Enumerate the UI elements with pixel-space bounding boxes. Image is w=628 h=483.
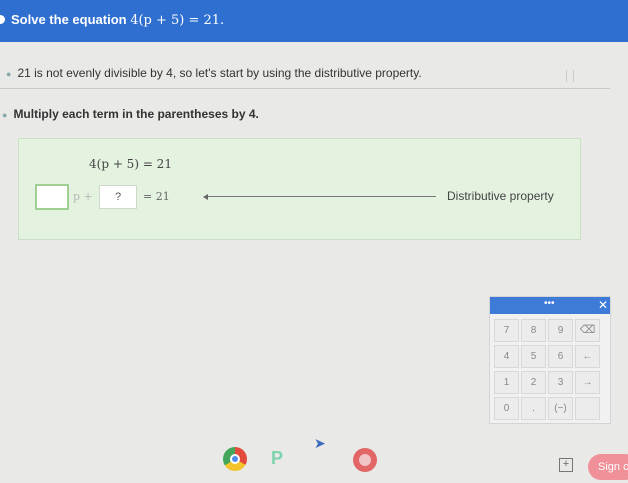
keypad-key[interactable]: . [521,397,546,420]
divider-mark-icon [566,70,574,82]
sign-in-button[interactable]: Sign c [588,454,628,480]
drag-handle-icon[interactable]: ••• [544,298,555,309]
question-title: Solve the equation 4(p + 5) = 21. [11,12,224,28]
distributed-row: p + ? = 21 Distributive property [33,183,573,211]
step-reason: Distributive property [447,189,554,203]
keypad-key[interactable]: 6 [548,345,573,368]
step-bullet-icon: ● [2,110,8,120]
math-keypad: ••• ✕ 7 8 9 ⌫ 4 5 6 ← 1 2 3 → 0. (−) [489,296,611,424]
question-prefix: Solve the equation [11,12,131,27]
app-p-icon[interactable]: P [271,448,289,470]
keypad-key[interactable]: 9 [548,319,573,342]
keypad-key[interactable]: 1 [494,371,519,394]
step-1: ● 21 is not evenly divisible by 4, so let… [6,66,422,80]
step-bullet-icon: ● [6,69,12,79]
question-equation: 4(p + 5) = 21. [130,13,225,28]
app-red-icon[interactable] [353,448,377,472]
banner-bullet-icon [0,15,5,24]
original-equation: 4(p + 5) = 21 [89,157,172,171]
keypad-key[interactable] [575,397,600,420]
keypad-key[interactable]: 5 [521,345,546,368]
step-1-text: 21 is not evenly divisible by 4, so let'… [17,66,422,80]
keypad-key[interactable]: → [575,371,600,394]
chrome-icon[interactable] [223,447,247,471]
close-icon[interactable]: ✕ [598,298,608,312]
keypad-key[interactable]: 3 [548,371,573,394]
keypad-key[interactable]: 4 [494,345,519,368]
keypad-key[interactable]: (−) [548,397,573,420]
keypad-key[interactable]: ← [575,345,600,368]
divider [0,88,610,89]
coefficient-input[interactable] [35,184,69,210]
arrow-left-icon [203,194,208,200]
equals-21-text: = 21 [143,190,170,203]
keypad-header[interactable]: ••• ✕ [490,297,610,314]
keypad-key[interactable]: ⌫ [575,319,600,342]
arrow-line [208,196,436,197]
keypad-key[interactable]: 7 [494,319,519,342]
cursor-icon[interactable]: ➤ [314,435,328,455]
keypad-key[interactable]: 8 [521,319,546,342]
step-2-text: Multiply each term in the parentheses by… [13,107,259,121]
p-plus-text: p + [73,190,93,203]
keypad-key[interactable]: 2 [521,371,546,394]
work-panel: 4(p + 5) = 21 p + ? = 21 Distributive pr… [18,138,581,240]
step-2: ● Multiply each term in the parentheses b… [2,107,259,121]
add-icon[interactable]: + [559,458,573,472]
question-banner: Solve the equation 4(p + 5) = 21. [0,0,628,42]
keypad-key[interactable]: 0 [494,397,519,420]
constant-input[interactable]: ? [99,185,137,209]
